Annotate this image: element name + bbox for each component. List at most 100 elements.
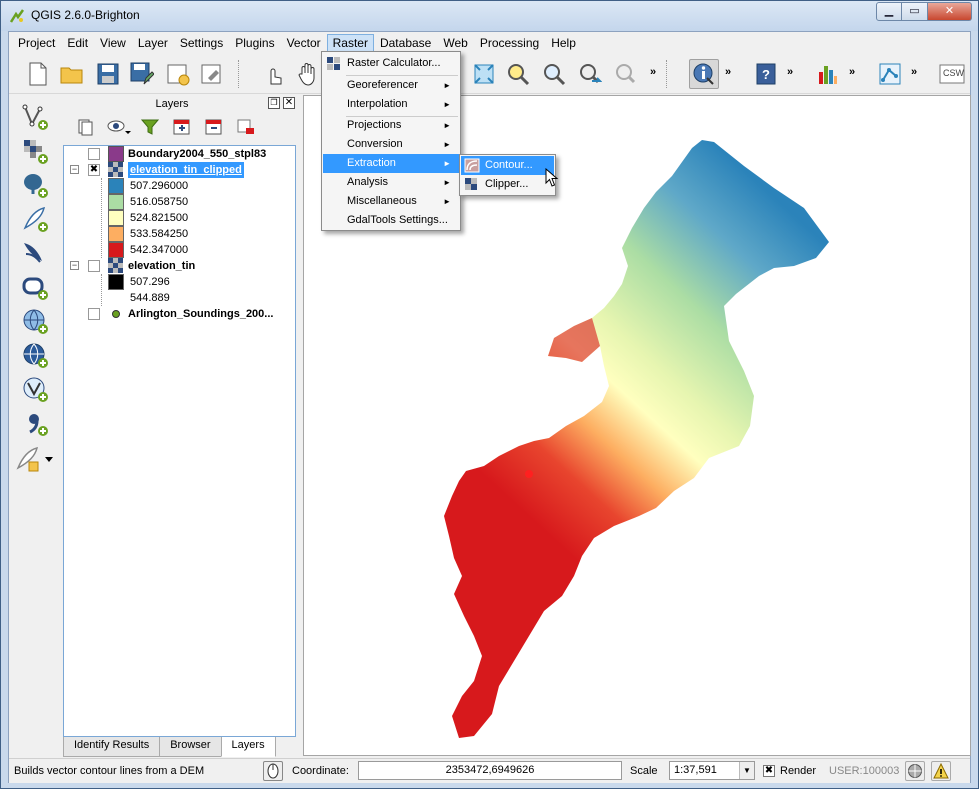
- tab-browser[interactable]: Browser: [159, 737, 222, 757]
- menu-project[interactable]: Project: [12, 34, 61, 52]
- toolbar-more-1[interactable]: »: [650, 66, 656, 78]
- add-postgis-layer-button[interactable]: [21, 171, 49, 199]
- panel-float-button[interactable]: ❐: [268, 97, 280, 109]
- open-project-button[interactable]: [57, 59, 87, 89]
- toolbar-more-4[interactable]: »: [849, 66, 855, 78]
- title-bar[interactable]: QGIS 2.6.0-Brighton ▁ ▭ ✕: [1, 1, 978, 31]
- layer-row-elevation-tin-clipped[interactable]: − ✖ elevation_tin_clipped: [64, 162, 295, 178]
- mssql-icon: [24, 243, 42, 263]
- toolbar-more-3[interactable]: »: [787, 66, 793, 78]
- menu-item-conversion[interactable]: Conversion ►: [323, 135, 459, 154]
- visibility-eye-icon[interactable]: [106, 118, 132, 136]
- minimize-button[interactable]: ▁: [876, 2, 902, 21]
- menu-plugins[interactable]: Plugins: [229, 34, 280, 52]
- menu-item-contour[interactable]: Contour...: [461, 156, 554, 175]
- collapse-all-icon[interactable]: [204, 118, 224, 136]
- georeference-button[interactable]: [875, 59, 905, 89]
- save-as-button[interactable]: [127, 59, 157, 89]
- layer-row-elevation-tin[interactable]: − elevation_tin: [64, 258, 295, 274]
- zoom-last-button[interactable]: [575, 59, 605, 89]
- menu-edit[interactable]: Edit: [61, 34, 94, 52]
- menu-item-georeferencer[interactable]: Georeferencer ►: [323, 76, 459, 95]
- add-delimited-text-layer-button[interactable]: [21, 409, 49, 437]
- add-wms-layer-button[interactable]: [21, 307, 49, 335]
- render-checkbox[interactable]: ✖: [763, 765, 775, 777]
- collapse-toggle[interactable]: −: [70, 165, 79, 174]
- legend-item: 542.347000: [64, 242, 295, 258]
- expand-all-icon[interactable]: [172, 118, 192, 136]
- touch-zoom-button[interactable]: [259, 59, 289, 89]
- toggle-extents-button[interactable]: [263, 761, 283, 781]
- menu-settings[interactable]: Settings: [174, 34, 229, 52]
- tab-identify-results[interactable]: Identify Results: [63, 737, 161, 757]
- add-vector-layer-button[interactable]: [21, 103, 49, 131]
- tab-layers[interactable]: Layers: [220, 737, 276, 757]
- add-raster-layer-button[interactable]: [21, 137, 49, 165]
- maximize-button[interactable]: ▭: [902, 2, 928, 21]
- menu-item-interpolation[interactable]: Interpolation ►: [323, 95, 459, 114]
- zoom-next-button[interactable]: [611, 59, 641, 89]
- layer-visibility-checkbox[interactable]: [88, 148, 100, 160]
- layer-tools-strip: [9, 95, 61, 735]
- csw-label: CSW: [943, 68, 964, 78]
- submenu-arrow-icon: ►: [443, 159, 451, 168]
- save-project-button[interactable]: [93, 59, 123, 89]
- identify-features-button[interactable]: [689, 59, 719, 89]
- filter-funnel-icon[interactable]: [140, 118, 160, 136]
- close-button[interactable]: ✕: [928, 2, 972, 21]
- crs-button[interactable]: [905, 761, 925, 781]
- add-mssql-layer-button[interactable]: [21, 239, 49, 267]
- menu-item-extraction[interactable]: Extraction ►: [323, 154, 459, 173]
- coordinate-field[interactable]: 2353472,6949626: [358, 761, 622, 780]
- composer-manager-button[interactable]: [197, 59, 227, 89]
- menu-item-raster-calculator[interactable]: Raster Calculator...: [323, 54, 459, 73]
- menu-vector[interactable]: Vector: [281, 34, 327, 52]
- pan-map-button[interactable]: [293, 59, 323, 89]
- chevron-down-icon[interactable]: ▼: [739, 762, 754, 779]
- layer-visibility-checkbox[interactable]: [88, 260, 100, 272]
- add-oracle-layer-button[interactable]: [21, 273, 49, 301]
- layer-visibility-checkbox[interactable]: ✖: [88, 164, 100, 176]
- scale-label: Scale: [630, 765, 658, 777]
- help-button[interactable]: ?: [751, 59, 781, 89]
- menu-item-miscellaneous[interactable]: Miscellaneous ►: [323, 192, 459, 211]
- collapse-toggle[interactable]: −: [70, 261, 79, 270]
- new-shapefile-layer-button[interactable]: [15, 445, 55, 473]
- submenu-arrow-icon: ►: [443, 197, 451, 206]
- pan-hand-icon: [298, 63, 315, 86]
- toolbar-more-2[interactable]: »: [725, 66, 731, 78]
- add-spatialite-layer-button[interactable]: [21, 205, 49, 233]
- menu-item-projections[interactable]: Projections ►: [323, 116, 459, 135]
- layer-visibility-checkbox[interactable]: [88, 308, 100, 320]
- add-group-icon[interactable]: [76, 118, 96, 136]
- menu-item-clipper[interactable]: Clipper...: [461, 175, 554, 194]
- panel-close-button[interactable]: ✕: [283, 97, 295, 109]
- zoom-to-selection-button[interactable]: [503, 59, 533, 89]
- csw-button[interactable]: CSW: [937, 59, 967, 89]
- menu-processing[interactable]: Processing: [474, 34, 545, 52]
- legend-value: 507.296: [130, 276, 170, 288]
- new-print-composer-button[interactable]: [163, 59, 193, 89]
- menu-raster[interactable]: Raster: [326, 34, 374, 52]
- zoom-full-button[interactable]: [469, 59, 499, 89]
- menu-database[interactable]: Database: [374, 34, 437, 52]
- histogram-button[interactable]: [813, 59, 843, 89]
- menu-item-analysis[interactable]: Analysis ►: [323, 173, 459, 192]
- zoom-to-layer-button[interactable]: [539, 59, 569, 89]
- messages-button[interactable]: [931, 761, 951, 781]
- layer-row-arlington-soundings[interactable]: Arlington_Soundings_200...: [64, 306, 295, 322]
- menu-web[interactable]: Web: [437, 34, 473, 52]
- layer-row-boundary[interactable]: Boundary2004_550_stpl83: [64, 146, 295, 162]
- add-wcs-layer-button[interactable]: [21, 341, 49, 369]
- add-wfs-layer-button[interactable]: [21, 375, 49, 403]
- menu-help[interactable]: Help: [545, 34, 582, 52]
- status-bar: Builds vector contour lines from a DEM C…: [9, 758, 970, 783]
- toolbar-more-5[interactable]: »: [911, 66, 917, 78]
- menu-item-gdaltools-settings[interactable]: GdalTools Settings...: [323, 211, 459, 230]
- remove-layer-icon[interactable]: [236, 118, 256, 136]
- crs-status[interactable]: USER:100003: [829, 765, 899, 777]
- menu-view[interactable]: View: [94, 34, 132, 52]
- menu-layer[interactable]: Layer: [132, 34, 174, 52]
- scale-combobox[interactable]: 1:37,591 ▼: [669, 761, 755, 780]
- new-project-button[interactable]: [23, 59, 53, 89]
